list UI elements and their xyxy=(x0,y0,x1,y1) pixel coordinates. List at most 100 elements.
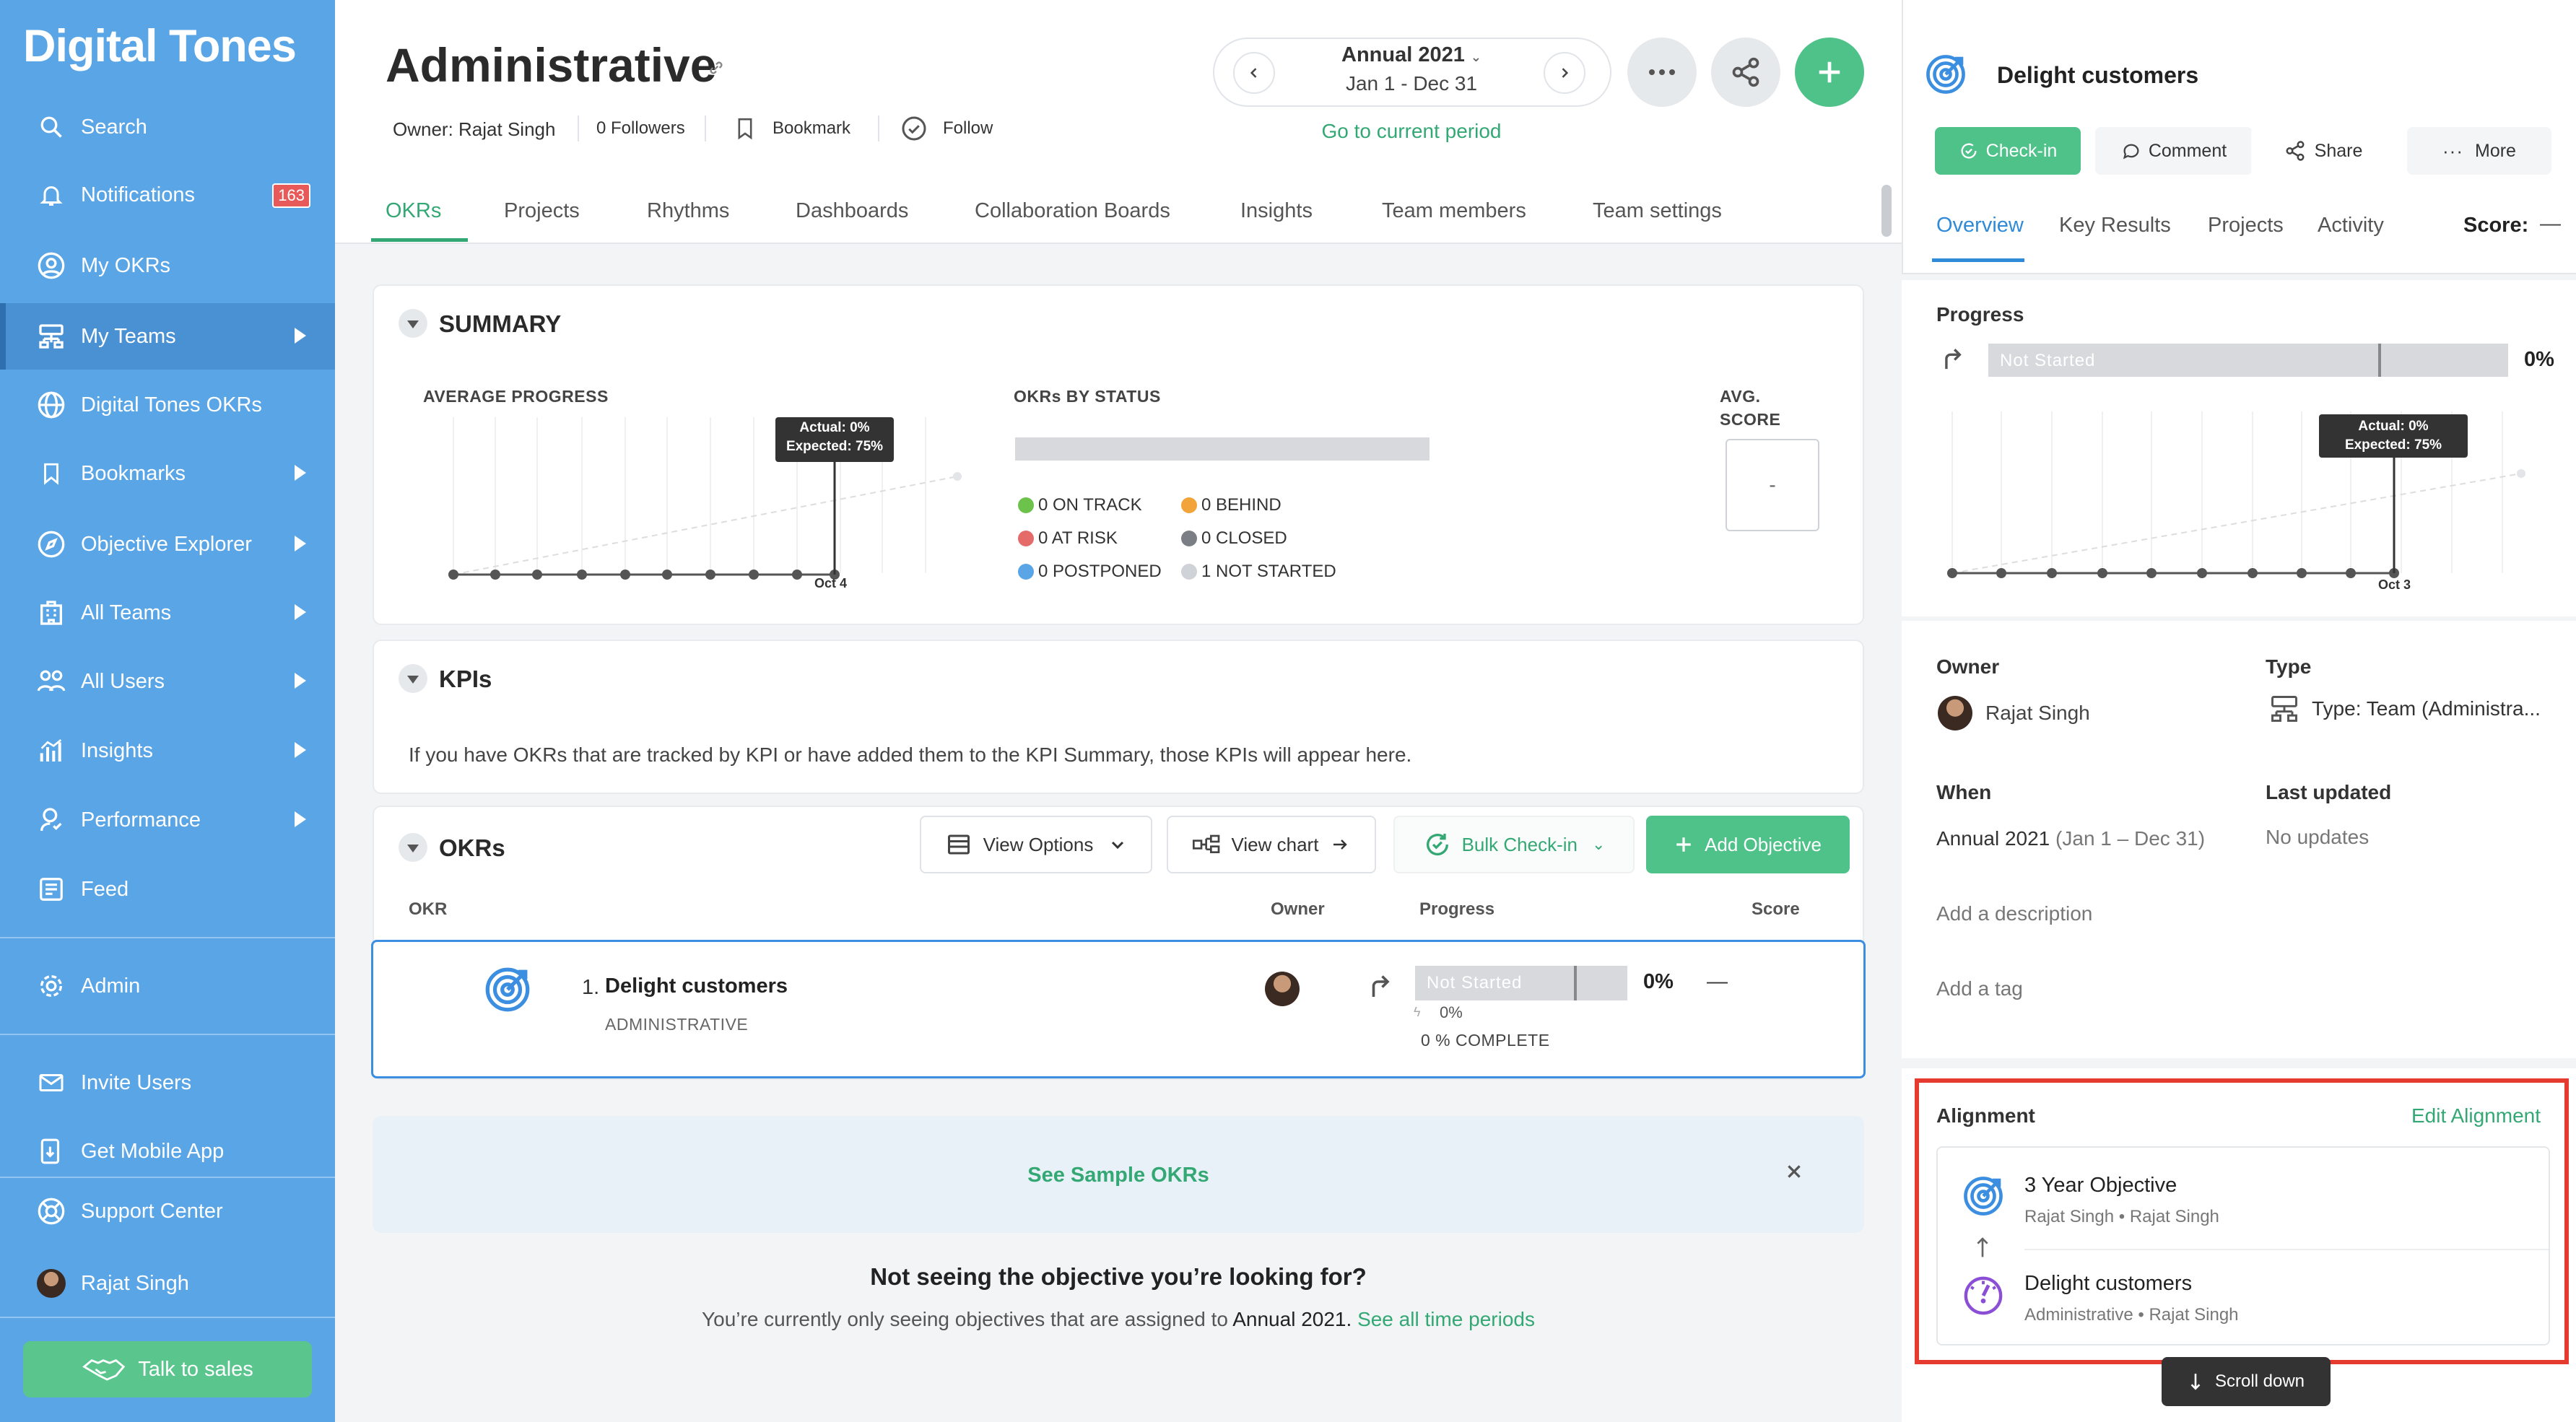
check-in-button[interactable]: Check-in xyxy=(1935,127,2081,175)
score-value: — xyxy=(2540,212,2561,235)
bookmark-icon[interactable] xyxy=(735,115,755,141)
sidebar-item-label: Objective Explorer xyxy=(81,532,252,556)
summary-title: SUMMARY xyxy=(439,310,562,337)
collapse-kpis-toggle[interactable] xyxy=(399,664,427,693)
prev-period-button[interactable] xyxy=(1233,52,1275,94)
tab-okrs[interactable]: OKRs xyxy=(386,199,441,223)
sidebar-item-label: My OKRs xyxy=(81,253,171,277)
scroll-down-button[interactable]: Scroll down xyxy=(2162,1357,2331,1406)
sidebar-item-all-teams[interactable]: All Teams xyxy=(0,580,335,646)
see-all-time-periods-link[interactable]: See all time periods xyxy=(1357,1308,1535,1330)
sidebar-item-objective-explorer[interactable]: Objective Explorer xyxy=(0,511,335,577)
expected-marker xyxy=(2378,344,2381,377)
tab-collaboration-boards[interactable]: Collaboration Boards xyxy=(975,199,1170,223)
mail-icon xyxy=(35,1066,68,1099)
sidebar-item-my-okrs[interactable]: My OKRs xyxy=(0,232,335,299)
scrollbar[interactable] xyxy=(1881,185,1892,237)
tab-team-settings[interactable]: Team settings xyxy=(1593,199,1722,223)
compass-icon xyxy=(35,528,68,561)
status-dot xyxy=(1181,497,1197,513)
tab-team-members[interactable]: Team members xyxy=(1382,199,1526,223)
tab-projects[interactable]: Projects xyxy=(504,199,580,223)
not-seeing-text: You’re currently only seeing objectives … xyxy=(702,1308,1233,1330)
detail-status-text: Not Started xyxy=(2000,351,2096,370)
add-tag-link[interactable]: Add a tag xyxy=(1936,977,2023,1000)
brand-logo[interactable]: Digital Tones xyxy=(23,20,297,72)
share-detail-button[interactable]: Share xyxy=(2251,127,2396,175)
okr-team: ADMINISTRATIVE xyxy=(605,1015,749,1034)
okr-name[interactable]: Delight customers xyxy=(605,974,788,998)
link-icon[interactable] xyxy=(706,58,726,78)
tab-activity[interactable]: Activity xyxy=(2318,214,2384,237)
follow-button[interactable]: Follow xyxy=(943,118,993,139)
owner-avatar[interactable] xyxy=(1265,972,1300,1006)
edit-alignment-link[interactable]: Edit Alignment xyxy=(2411,1104,2541,1127)
avatar xyxy=(35,1267,68,1300)
sidebar-item-all-users[interactable]: All Users xyxy=(0,648,335,715)
not-seeing-title: Not seeing the objective you’re looking … xyxy=(870,1263,1367,1290)
more-button[interactable]: ··· More xyxy=(2407,127,2551,175)
detail-progress-bar: Not Started xyxy=(1988,344,2508,377)
add-description-link[interactable]: Add a description xyxy=(1936,902,2092,925)
sidebar-item-invite-users[interactable]: Invite Users xyxy=(0,1050,335,1116)
sidebar-divider xyxy=(0,1317,335,1318)
not-seeing-message: You’re currently only seeing objectives … xyxy=(373,1308,1864,1331)
view-options-button[interactable]: View Options xyxy=(920,816,1152,873)
user-circle-icon xyxy=(35,249,68,282)
tab-projects-detail[interactable]: Projects xyxy=(2208,214,2284,237)
alignment-child-name[interactable]: Delight customers xyxy=(2024,1272,2192,1296)
sidebar-item-admin[interactable]: Admin xyxy=(0,953,335,1019)
sidebar-item-digital-tones-okrs[interactable]: Digital Tones OKRs xyxy=(0,372,335,438)
alignment-parent-name[interactable]: 3 Year Objective xyxy=(2024,1174,2177,1198)
turn-right-arrow-icon xyxy=(1941,346,1962,371)
collapse-okrs-toggle[interactable] xyxy=(399,833,427,862)
sidebar-item-label: Bookmarks xyxy=(81,461,186,485)
table-row[interactable] xyxy=(371,940,1866,1078)
sidebar-item-search[interactable]: Search xyxy=(0,94,335,160)
sidebar-item-performance[interactable]: Performance xyxy=(0,787,335,853)
okrs-title: OKRs xyxy=(439,834,505,861)
owner-avatar[interactable] xyxy=(1938,696,1972,730)
talk-to-sales-button[interactable]: Talk to sales xyxy=(23,1341,312,1397)
add-button[interactable] xyxy=(1795,38,1864,107)
okr-score: — xyxy=(1707,970,1728,993)
tab-overview[interactable]: Overview xyxy=(1936,214,2024,237)
bulk-checkin-button[interactable]: Bulk Check-in ⌄ xyxy=(1393,816,1635,873)
tab-insights[interactable]: Insights xyxy=(1240,199,1313,223)
sidebar-item-profile[interactable]: Rajat Singh xyxy=(0,1250,335,1317)
comment-button[interactable]: Comment xyxy=(2095,127,2253,175)
avg-score-label-2: SCORE xyxy=(1720,410,1781,429)
avg-score-label: AVG. xyxy=(1720,387,1761,406)
chevron-right-icon xyxy=(1562,68,1569,78)
bookmark-button[interactable]: Bookmark xyxy=(773,118,850,139)
sidebar-item-bookmarks[interactable]: Bookmarks xyxy=(0,440,335,507)
score-label: Score: xyxy=(2463,214,2529,237)
sidebar-item-insights[interactable]: Insights xyxy=(0,717,335,784)
sidebar-item-feed[interactable]: Feed xyxy=(0,856,335,922)
status-dot xyxy=(1018,497,1034,513)
sidebar-item-support-center[interactable]: Support Center xyxy=(0,1178,335,1244)
more-options-button[interactable] xyxy=(1627,38,1697,107)
sidebar-item-get-mobile-app[interactable]: Get Mobile App xyxy=(0,1118,335,1185)
add-objective-button[interactable]: Add Objective xyxy=(1646,816,1850,873)
column-header-owner: Owner xyxy=(1271,899,1325,919)
sidebar-item-label: Admin xyxy=(81,974,141,998)
view-chart-button[interactable]: View chart xyxy=(1167,816,1376,873)
collapse-summary-toggle[interactable] xyxy=(399,309,427,338)
sidebar-item-notifications[interactable]: Notifications 163 xyxy=(0,162,335,228)
sidebar-item-my-teams[interactable]: My Teams xyxy=(0,303,335,370)
bar-chart-icon xyxy=(35,734,68,767)
followers-count[interactable]: 0 Followers xyxy=(596,118,685,139)
close-icon[interactable] xyxy=(1785,1162,1803,1181)
owner-value[interactable]: Rajat Singh xyxy=(1985,702,2090,725)
next-period-button[interactable] xyxy=(1544,52,1585,94)
okr-progress-sub: 0% xyxy=(1440,1003,1463,1021)
tab-rhythms[interactable]: Rhythms xyxy=(647,199,729,223)
tab-dashboards[interactable]: Dashboards xyxy=(796,199,908,223)
tab-key-results[interactable]: Key Results xyxy=(2059,214,2171,237)
check-circle-icon[interactable] xyxy=(901,115,927,141)
see-sample-okrs-link[interactable]: See Sample OKRs xyxy=(373,1164,1864,1187)
share-label: Share xyxy=(2314,140,2363,161)
go-to-current-period-link[interactable]: Go to current period xyxy=(1285,120,1538,143)
share-button[interactable] xyxy=(1711,38,1780,107)
